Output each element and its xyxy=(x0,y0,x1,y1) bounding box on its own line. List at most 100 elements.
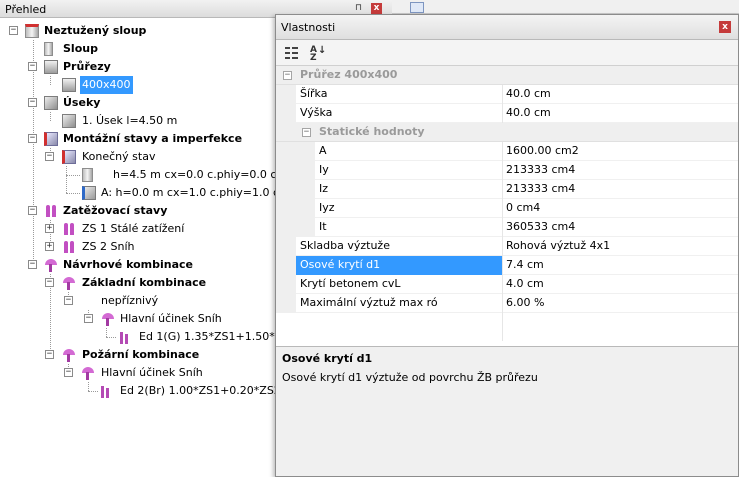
tree-label: Sloup xyxy=(63,42,98,55)
tree-label: Základní kombinace xyxy=(82,276,207,289)
property-name: Maximální výztuž max ró xyxy=(300,296,438,309)
load-icon xyxy=(61,240,77,254)
section-icon xyxy=(44,60,58,74)
tree-line xyxy=(88,391,98,392)
result-icon xyxy=(118,330,134,344)
property-row[interactable]: Šířka 40.0 cm xyxy=(276,85,738,104)
grid-divider xyxy=(502,313,503,341)
categorized-icon-part xyxy=(292,52,298,54)
collapse-icon[interactable]: − xyxy=(45,350,54,359)
property-name: Iy xyxy=(319,163,329,176)
property-row[interactable]: Skladba výztuže Rohová výztuž 4x1 xyxy=(276,237,738,256)
sort-alpha-icon[interactable]: A Z ↓ xyxy=(306,44,327,63)
collapse-icon[interactable]: − xyxy=(302,128,311,137)
tree-label: Úseky xyxy=(63,96,101,109)
property-name: Osové krytí d1 xyxy=(296,256,502,275)
collapse-icon[interactable]: − xyxy=(28,134,37,143)
category-row-static[interactable]: − Statické hodnoty xyxy=(276,123,738,142)
categorized-icon[interactable] xyxy=(282,44,300,62)
property-row[interactable]: Výška 40.0 cm xyxy=(276,104,738,123)
pin-icon[interactable]: ⊓ xyxy=(353,3,364,14)
property-value[interactable]: 40.0 cm xyxy=(502,85,733,104)
property-value[interactable]: Rohová výztuž 4x1 xyxy=(502,237,733,256)
tree-label: ZS 2 Sníh xyxy=(82,240,135,253)
categorized-icon-part xyxy=(285,47,290,49)
grid-margin xyxy=(276,294,296,313)
grid-margin xyxy=(276,275,296,294)
property-row[interactable]: Iy 213333 cm4 xyxy=(276,161,738,180)
tree-label: Ed 1(G) 1.35*ZS1+1.50*ZS xyxy=(139,330,290,343)
categorized-icon-part xyxy=(285,52,290,54)
collapse-icon[interactable]: − xyxy=(28,260,37,269)
categorized-icon-part xyxy=(292,47,298,49)
sort-arrow-icon: ↓ xyxy=(318,45,327,56)
collapse-icon[interactable]: − xyxy=(28,206,37,215)
property-value[interactable]: 7.4 cm xyxy=(502,256,733,275)
collapse-icon[interactable]: − xyxy=(28,98,37,107)
tree-label: nepříznivý xyxy=(101,294,159,307)
collapse-icon[interactable]: − xyxy=(84,314,93,323)
combination-icon xyxy=(61,348,77,362)
property-value[interactable]: 213333 cm4 xyxy=(502,161,733,180)
tree-label: 1. Úsek l=4.50 m xyxy=(82,114,178,127)
property-value[interactable]: 0 cm4 xyxy=(502,199,733,218)
load-icon xyxy=(61,222,77,236)
property-row[interactable]: Iyz 0 cm4 xyxy=(276,199,738,218)
tree-label: Požární kombinace xyxy=(82,348,200,361)
tree-label: Zatěžovací stavy xyxy=(63,204,168,217)
sort-alpha-bottom: Z xyxy=(310,53,317,63)
property-name: Iz xyxy=(319,182,329,195)
category-row-section[interactable]: − Průřez 400x400 xyxy=(276,66,738,85)
combination-icon xyxy=(43,258,59,272)
category-label: Průřez 400x400 xyxy=(300,68,398,81)
property-value[interactable]: 40.0 cm xyxy=(502,104,733,123)
properties-title-bar: Vlastnosti x xyxy=(276,15,738,40)
property-value[interactable]: 1600.00 cm2 xyxy=(502,142,733,161)
tree-label: Návrhové kombinace xyxy=(63,258,193,271)
grid-margin xyxy=(276,180,315,199)
grid-margin xyxy=(276,218,315,237)
property-value[interactable]: 360533 cm4 xyxy=(502,218,733,237)
expand-icon[interactable]: + xyxy=(45,224,54,233)
property-value[interactable]: 213333 cm4 xyxy=(502,180,733,199)
property-name: Šířka xyxy=(300,87,328,100)
overview-close-button[interactable]: x xyxy=(371,3,382,14)
collapse-icon[interactable]: − xyxy=(45,278,54,287)
combination-icon xyxy=(80,366,96,380)
property-row[interactable]: Maximální výztuž max ró 6.00 % xyxy=(276,294,738,313)
tree-line xyxy=(106,337,116,338)
property-row[interactable]: A 1600.00 cm2 xyxy=(276,142,738,161)
property-row[interactable]: Iz 213333 cm4 xyxy=(276,180,738,199)
grid-margin xyxy=(276,104,296,123)
overview-title: Přehled xyxy=(5,3,47,16)
result-icon xyxy=(99,384,115,398)
property-name: Iyz xyxy=(319,201,335,214)
collapse-icon[interactable]: − xyxy=(64,296,73,305)
description-pane: Osové krytí d1 Osové krytí d1 výztuže od… xyxy=(276,346,738,476)
load-icon xyxy=(43,204,59,218)
grid-margin xyxy=(276,256,296,275)
tree-label: Montážní stavy a imperfekce xyxy=(63,132,243,145)
tree-label: Neztužený sloup xyxy=(44,24,147,37)
collapse-icon[interactable]: − xyxy=(283,71,292,80)
collapse-icon[interactable]: − xyxy=(9,26,18,35)
tree-label: h=4.5 m cx=0.0 c.phiy=0.0 cy: xyxy=(113,168,286,181)
property-value[interactable]: 6.00 % xyxy=(502,294,733,313)
properties-close-button[interactable]: x xyxy=(719,21,731,33)
tree-label-selected: 400x400 xyxy=(80,76,133,94)
property-row[interactable]: It 360533 cm4 xyxy=(276,218,738,237)
property-name: It xyxy=(319,220,327,233)
property-value[interactable]: 4.0 cm xyxy=(502,275,733,294)
collapse-icon[interactable]: − xyxy=(28,62,37,71)
tree-line xyxy=(66,175,80,176)
property-row[interactable]: Krytí betonem cvL 4.0 cm xyxy=(276,275,738,294)
collapse-icon[interactable]: − xyxy=(45,152,54,161)
support-icon xyxy=(82,186,96,200)
expand-icon[interactable]: + xyxy=(45,242,54,251)
view-icon[interactable] xyxy=(410,2,424,13)
tree-label: Konečný stav xyxy=(82,150,156,163)
property-row-selected[interactable]: Osové krytí d1 7.4 cm xyxy=(276,256,738,275)
property-name: Krytí betonem cvL xyxy=(300,277,401,290)
top-toolbar-strip xyxy=(392,0,739,14)
collapse-icon[interactable]: − xyxy=(64,368,73,377)
